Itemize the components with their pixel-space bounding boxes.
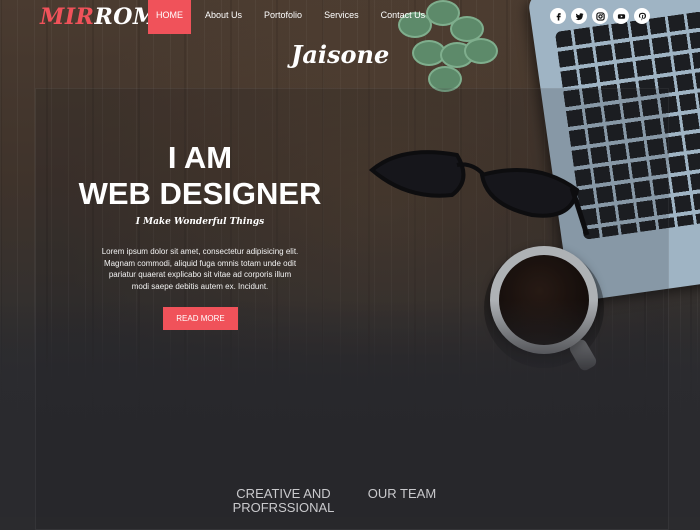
menu-item-contact-us[interactable]: Contact Us [373, 0, 434, 34]
menu-item-services[interactable]: Services [316, 0, 367, 34]
section-heading-our-team: OUR TEAM [367, 486, 437, 501]
logo-part-1: MIR [40, 4, 95, 30]
twitter-icon[interactable] [571, 8, 587, 24]
section-heading-creative-line-1: CREATIVE AND [236, 486, 331, 501]
youtube-icon[interactable] [613, 8, 629, 24]
pinterest-icon[interactable] [634, 8, 650, 24]
menu-item-portofolio[interactable]: Portofolio [256, 0, 310, 34]
hero-tagline: I Make Wonderful Things [135, 217, 265, 227]
hero-title-line-2: WEB DESIGNER [78, 176, 322, 211]
section-heading-creative-line-2: PROFRSSIONAL [232, 500, 335, 515]
social-links [550, 8, 650, 24]
section-heading-creative: CREATIVE AND PROFRSSIONAL [226, 487, 341, 515]
brand-name: Jaisone [291, 40, 390, 69]
menu-item-about-us[interactable]: About Us [197, 0, 250, 34]
facebook-icon[interactable] [550, 8, 566, 24]
read-more-button[interactable]: READ MORE [163, 307, 238, 330]
hero-title-line-1: I AM [167, 140, 233, 175]
main-menu: HOME About Us Portofolio Services Contac… [148, 0, 433, 34]
site-logo[interactable]: MIRROM [40, 4, 158, 30]
hero-title: I AM WEB DESIGNER [70, 140, 330, 212]
menu-item-home[interactable]: HOME [148, 0, 191, 34]
instagram-icon[interactable] [592, 8, 608, 24]
hero-description: Lorem ipsum dolor sit amet, consectetur … [101, 247, 299, 291]
navbar: MIRROM HOME About Us Portofolio Services… [0, 0, 700, 34]
